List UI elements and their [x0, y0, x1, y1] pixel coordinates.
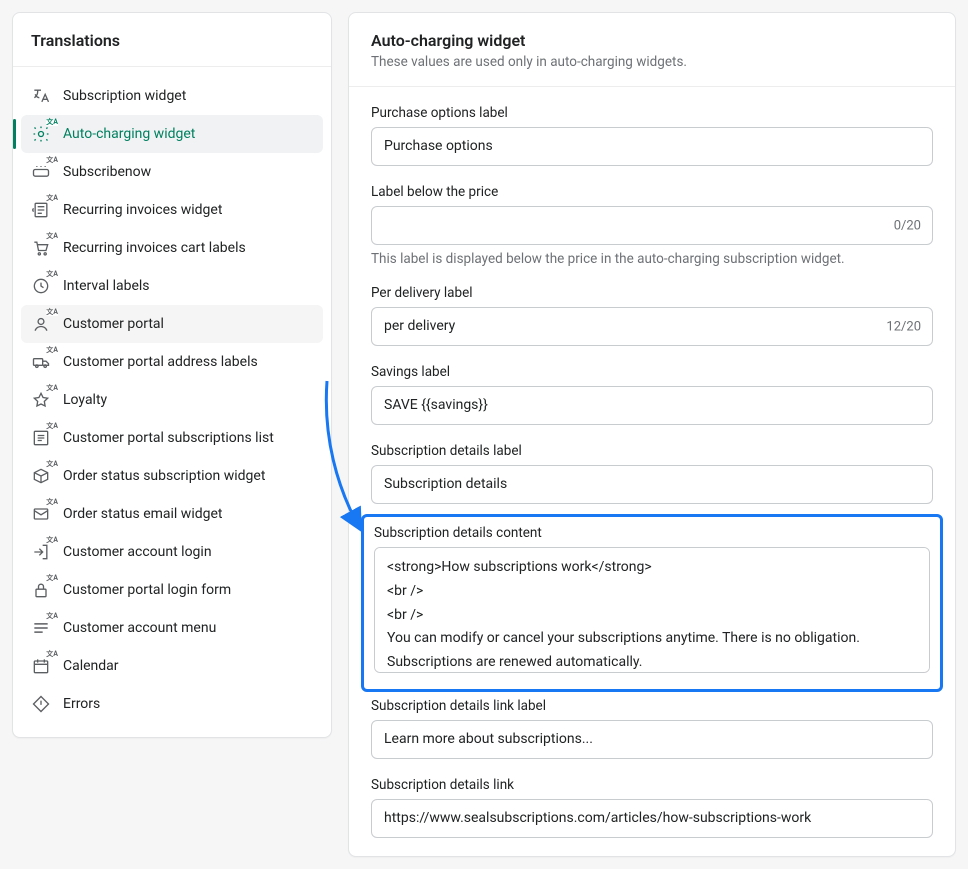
page-title: Auto-charging widget — [371, 31, 933, 50]
field-savings-label: Savings label — [371, 364, 933, 425]
sidebar-item-label: Interval labels — [63, 278, 150, 294]
field-subscription-details-link: Subscription details link — [371, 777, 933, 838]
sidebar-item-interval-labels[interactable]: 文A Interval labels — [21, 267, 323, 305]
sidebar-item-label: Order status email widget — [63, 506, 222, 522]
sidebar-item-label: Subscription widget — [63, 88, 186, 104]
highlighted-section: Subscription details content — [361, 514, 943, 692]
field-helper: This label is displayed below the price … — [371, 251, 933, 267]
field-subscription-details-link-label: Subscription details link label — [371, 698, 933, 759]
field-purchase-options-label: Purchase options label — [371, 105, 933, 166]
sidebar-item-label: Customer portal login form — [63, 582, 231, 598]
main-panel: Auto-charging widget These values are us… — [348, 12, 956, 857]
sidebar-item-label: Auto-charging widget — [63, 126, 195, 142]
box-icon: 文A — [31, 466, 51, 486]
sidebar-item-customer-portal-login-form[interactable]: 文A Customer portal login form — [21, 571, 323, 609]
subscription-details-link-input[interactable] — [371, 799, 933, 838]
main-header: Auto-charging widget These values are us… — [349, 13, 955, 87]
sidebar-item-label: Customer account menu — [63, 620, 216, 636]
field-label: Label below the price — [371, 184, 933, 200]
sidebar-title: Translations — [13, 13, 331, 67]
sidebar-item-order-status-subscription-widget[interactable]: 文A Order status subscription widget — [21, 457, 323, 495]
sidebar-item-label: Subscribenow — [63, 164, 151, 180]
sidebar-item-label: Errors — [63, 696, 100, 712]
page-subtitle: These values are used only in auto-charg… — [371, 54, 933, 70]
sidebar-item-subscription-widget[interactable]: Subscription widget — [21, 77, 323, 115]
calendar-icon: 文A — [31, 656, 51, 676]
field-label: Subscription details label — [371, 443, 933, 459]
field-label: Subscription details content — [374, 525, 930, 541]
sidebar-item-label: Customer portal subscriptions list — [63, 430, 274, 446]
label-below-price-input[interactable] — [371, 206, 933, 245]
sidebar-item-customer-portal-address-labels[interactable]: 文A Customer portal address labels — [21, 343, 323, 381]
mail-icon: 文A — [31, 504, 51, 524]
cart-icon: 文A — [31, 238, 51, 258]
truck-icon: 文A — [31, 352, 51, 372]
login-icon: 文A — [31, 542, 51, 562]
sidebar-item-label: Calendar — [63, 658, 119, 674]
sidebar-item-customer-portal-subscriptions-list[interactable]: 文A Customer portal subscriptions list — [21, 419, 323, 457]
savings-input[interactable] — [371, 386, 933, 425]
sidebar-item-errors[interactable]: Errors — [21, 685, 323, 723]
invoice-icon: 文A — [31, 200, 51, 220]
gear-icon: 文A — [31, 124, 51, 144]
field-label: Purchase options label — [371, 105, 933, 121]
sidebar: Translations Subscription widget 文A Auto… — [12, 12, 332, 738]
lock-icon: 文A — [31, 580, 51, 600]
clock-icon: 文A — [31, 276, 51, 296]
purchase-options-input[interactable] — [371, 127, 933, 166]
sidebar-nav: Subscription widget 文A Auto-charging wid… — [13, 67, 331, 737]
star-icon: 文A — [31, 390, 51, 410]
sidebar-item-label: Recurring invoices widget — [63, 202, 222, 218]
list-icon: 文A — [31, 428, 51, 448]
field-label: Subscription details link — [371, 777, 933, 793]
field-label-below-price: Label below the price 0/20 This label is… — [371, 184, 933, 267]
translate-icon — [31, 86, 51, 106]
sidebar-item-label: Customer account login — [63, 544, 212, 560]
sidebar-item-label: Customer portal address labels — [63, 354, 258, 370]
field-subscription-details-label: Subscription details label — [371, 443, 933, 504]
per-delivery-input[interactable] — [371, 307, 933, 346]
sidebar-item-customer-account-login[interactable]: 文A Customer account login — [21, 533, 323, 571]
sidebar-item-subscribenow[interactable]: 文A Subscribenow — [21, 153, 323, 191]
form-body: Purchase options label Label below the p… — [349, 87, 955, 856]
subscription-details-label-input[interactable] — [371, 465, 933, 504]
field-subscription-details-content: Subscription details content — [374, 525, 930, 677]
field-per-delivery-label: Per delivery label 12/20 — [371, 285, 933, 346]
sidebar-item-auto-charging-widget[interactable]: 文A Auto-charging widget — [21, 115, 323, 153]
field-label: Per delivery label — [371, 285, 933, 301]
user-icon: 文A — [31, 314, 51, 334]
sidebar-item-loyalty[interactable]: 文A Loyalty — [21, 381, 323, 419]
button-icon: 文A — [31, 162, 51, 182]
sidebar-item-recurring-invoices-cart-labels[interactable]: 文A Recurring invoices cart labels — [21, 229, 323, 267]
sidebar-item-customer-portal[interactable]: 文A Customer portal — [21, 305, 323, 343]
field-label: Subscription details link label — [371, 698, 933, 714]
field-label: Savings label — [371, 364, 933, 380]
sidebar-item-calendar[interactable]: 文A Calendar — [21, 647, 323, 685]
sidebar-item-customer-account-menu[interactable]: 文A Customer account menu — [21, 609, 323, 647]
subscription-details-link-label-input[interactable] — [371, 720, 933, 759]
sidebar-item-label: Customer portal — [63, 316, 164, 332]
sidebar-item-label: Recurring invoices cart labels — [63, 240, 246, 256]
subscription-details-content-textarea[interactable] — [374, 547, 930, 673]
error-icon — [31, 694, 51, 714]
sidebar-item-recurring-invoices-widget[interactable]: 文A Recurring invoices widget — [21, 191, 323, 229]
sidebar-item-order-status-email-widget[interactable]: 文A Order status email widget — [21, 495, 323, 533]
sidebar-item-label: Order status subscription widget — [63, 468, 265, 484]
menu-icon: 文A — [31, 618, 51, 638]
sidebar-item-label: Loyalty — [63, 392, 107, 408]
